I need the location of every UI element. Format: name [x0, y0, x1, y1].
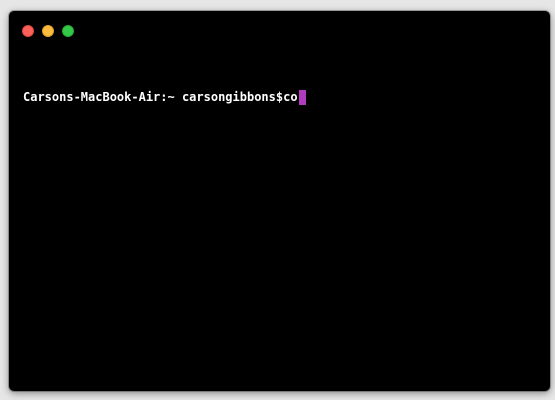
close-window-button[interactable]: [22, 25, 34, 37]
text-cursor: [298, 89, 306, 105]
minimize-window-button[interactable]: [42, 25, 54, 37]
terminal-window: Carsons-MacBook-Air:~ carsongibbons$ co: [9, 11, 550, 391]
typed-command: co: [283, 90, 298, 104]
terminal-output[interactable]: Carsons-MacBook-Air:~ carsongibbons$ co: [23, 57, 536, 377]
shell-prompt: Carsons-MacBook-Air:~ carsongibbons$: [23, 90, 284, 104]
zoom-window-button[interactable]: [62, 25, 74, 37]
window-controls: [22, 25, 74, 37]
prompt-line: Carsons-MacBook-Air:~ carsongibbons$ co: [23, 89, 536, 105]
